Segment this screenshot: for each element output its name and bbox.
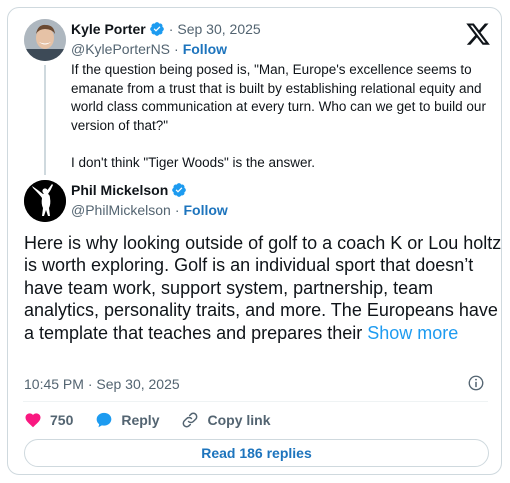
heart-icon	[25, 413, 41, 428]
copy-link-label: Copy link	[207, 412, 271, 428]
main-tweet-text: Here is why looking outside of golf to a…	[24, 232, 502, 344]
embedded-tweet-card: Kyle Porter · Sep 30, 2025 @KylePorterNS…	[7, 7, 502, 475]
read-replies-button[interactable]: Read 186 replies	[24, 439, 489, 467]
quoted-tweet-paragraph: I don't think "Tiger Woods" is the answe…	[71, 154, 316, 170]
profile-photo	[24, 19, 66, 61]
thread-connector-line	[44, 65, 46, 175]
quoted-tweet-header: Kyle Porter · Sep 30, 2025	[71, 21, 261, 37]
user-handle[interactable]: @KylePorterNS	[71, 41, 170, 57]
copy-link-button[interactable]: Copy link	[181, 411, 271, 429]
separator-dot: ·	[174, 41, 179, 57]
avatar-kyle-porter[interactable]	[24, 19, 66, 61]
separator-dot: ·	[168, 21, 174, 37]
divider	[23, 401, 488, 402]
display-name[interactable]: Kyle Porter	[71, 21, 146, 37]
quoted-tweet-text: If the question being posed is, "Man, Eu…	[71, 61, 501, 172]
main-tweet-handle-row: @PhilMickelson · Follow	[71, 202, 228, 218]
separator-dot: ·	[174, 202, 180, 218]
follow-button[interactable]: Follow	[183, 41, 227, 57]
quoted-tweet-paragraph: If the question being posed is, "Man, Eu…	[71, 62, 486, 133]
user-handle[interactable]: @PhilMickelson	[71, 202, 171, 218]
reply-button[interactable]: Reply	[95, 411, 159, 429]
quoted-tweet-handle-row: @KylePorterNS · Follow	[71, 41, 227, 57]
avatar-phil-mickelson[interactable]	[24, 180, 66, 222]
main-tweet-header: Phil Mickelson	[71, 182, 187, 198]
tweet-actions: 750 Reply Copy link	[24, 410, 293, 430]
reply-label: Reply	[121, 412, 160, 428]
link-icon	[183, 412, 198, 428]
profile-silhouette	[24, 180, 66, 222]
tweet-timestamp[interactable]: 10:45 PM · Sep 30, 2025	[24, 376, 180, 392]
verified-badge-icon	[172, 183, 187, 197]
display-name[interactable]: Phil Mickelson	[71, 182, 168, 198]
x-logo-icon[interactable]	[466, 22, 490, 46]
show-more-link[interactable]: Show more	[367, 323, 458, 343]
like-button[interactable]: 750	[24, 411, 73, 429]
speech-bubble-icon	[97, 412, 112, 428]
info-icon[interactable]	[467, 374, 485, 392]
follow-button[interactable]: Follow	[183, 202, 227, 218]
tweet-date[interactable]: Sep 30, 2025	[177, 21, 260, 37]
verified-badge-icon	[149, 22, 164, 36]
like-count: 750	[50, 412, 74, 428]
